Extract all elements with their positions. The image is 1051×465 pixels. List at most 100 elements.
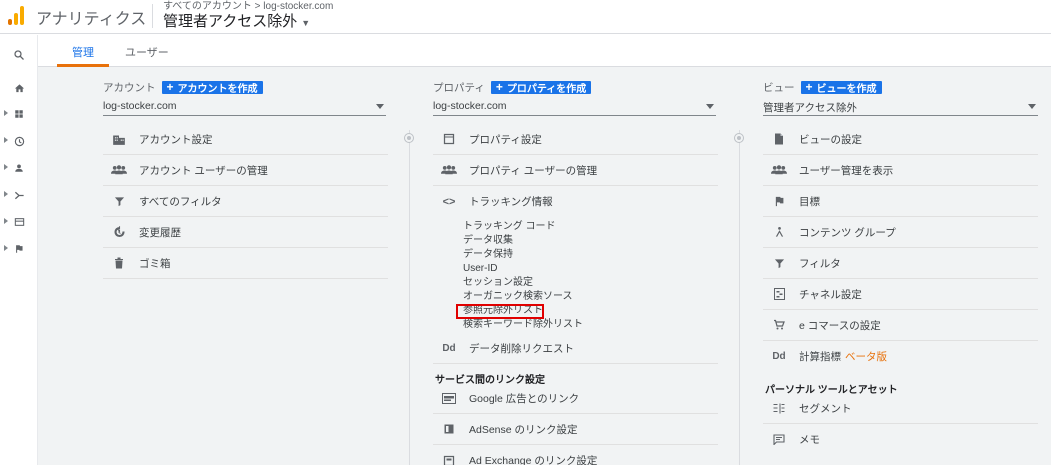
view-heading: ビュー <box>763 81 795 94</box>
clock-icon <box>14 136 24 146</box>
view-title: 管理者アクセス除外 <box>163 13 298 30</box>
account-settings-label: アカウント設定 <box>139 133 213 146</box>
channel-settings-label: チャネル設定 <box>799 288 862 301</box>
realtime-button[interactable] <box>0 129 38 153</box>
tab-admin[interactable]: 管理 <box>72 44 94 60</box>
left-nav-rail <box>0 35 38 465</box>
calculated-metrics-label: 計算指標 <box>799 351 841 363</box>
change-history-label: 変更履歴 <box>139 226 181 239</box>
property-header: プロパティ + プロパティを作成 <box>433 80 718 95</box>
acquisition-button[interactable] <box>0 183 38 207</box>
annotations-label: メモ <box>799 434 820 446</box>
tracking-info-item[interactable]: <> トラッキング情報 <box>433 186 718 217</box>
customization-button[interactable] <box>0 102 38 126</box>
search-button[interactable] <box>0 43 38 67</box>
ad-exchange-linking-item[interactable]: Ad Exchange のリンク設定 <box>433 445 718 465</box>
view-filters-item[interactable]: フィルタ <box>763 248 1038 279</box>
account-select-value: log-stocker.com <box>103 100 177 112</box>
property-heading: プロパティ <box>433 81 485 94</box>
view-select[interactable]: 管理者アクセス除外 <box>763 100 1038 116</box>
person-icon <box>15 164 23 172</box>
all-filters-item[interactable]: すべてのフィルタ <box>103 186 388 217</box>
dropdown-arrow-icon <box>706 104 714 109</box>
data-collection-link[interactable]: データ収集 <box>463 234 513 248</box>
dashboard-icon <box>15 110 23 118</box>
create-account-button[interactable]: + アカウントを作成 <box>161 80 263 95</box>
property-user-management-item[interactable]: プロパティ ユーザーの管理 <box>433 155 718 186</box>
data-retention-link[interactable]: データ保持 <box>463 248 513 262</box>
people-icon <box>109 163 129 177</box>
property-column: プロパティ + プロパティを作成 log-stocker.com プロパティ設定 … <box>433 80 718 465</box>
filter-icon <box>769 256 789 270</box>
flag-icon <box>769 194 789 208</box>
trash-label: ゴミ箱 <box>139 257 171 270</box>
content-grouping-item[interactable]: コンテンツ グループ <box>763 217 1038 248</box>
segments-item[interactable]: セグメント <box>763 393 1038 424</box>
data-deletion-request-item[interactable]: Dd データ削除リクエスト <box>433 333 718 364</box>
search-term-exclusion-list-link[interactable]: 検索キーワード除外リスト <box>463 318 583 332</box>
plus-icon: + <box>166 80 174 94</box>
segments-label: セグメント <box>799 402 852 415</box>
chevron-down-icon: ▼ <box>301 18 311 28</box>
view-user-management-item[interactable]: ユーザー管理を表示 <box>763 155 1038 186</box>
adsense-linking-item[interactable]: AdSense のリンク設定 <box>433 414 718 445</box>
property-select[interactable]: log-stocker.com <box>433 100 716 116</box>
view-settings-item[interactable]: ビューの設定 <box>763 124 1038 155</box>
organic-search-sources-link[interactable]: オーガニック検索ソース <box>463 290 573 304</box>
audience-button[interactable] <box>0 156 38 180</box>
session-settings-link[interactable]: セッション設定 <box>463 276 533 290</box>
referral-exclusion-highlight <box>456 304 544 319</box>
google-ads-linking-item[interactable]: Google 広告とのリンク <box>433 383 718 414</box>
cart-icon <box>769 318 789 332</box>
dd-icon: Dd <box>772 351 786 362</box>
home-button[interactable] <box>0 76 38 100</box>
behavior-button[interactable] <box>0 210 38 234</box>
channel-settings-item[interactable]: チャネル設定 <box>763 279 1038 310</box>
expand-arrow-icon <box>4 191 8 197</box>
property-settings-label: プロパティ設定 <box>469 133 542 146</box>
account-user-management-item[interactable]: アカウント ユーザーの管理 <box>103 155 388 186</box>
view-user-management-label: ユーザー管理を表示 <box>799 164 894 177</box>
ecommerce-settings-item[interactable]: e コマースの設定 <box>763 310 1038 341</box>
property-settings-item[interactable]: プロパティ設定 <box>433 124 718 155</box>
people-icon <box>439 163 459 177</box>
ad-exchange-linking-label: Ad Exchange のリンク設定 <box>469 455 598 465</box>
view-column: ビュー + ビューを作成 管理者アクセス除外 ビューの設定 ユーザー管理を表示 目… <box>763 80 1038 446</box>
create-account-label: アカウントを作成 <box>177 83 258 95</box>
flag-icon <box>16 245 23 253</box>
admin-tabs: 管理 ユーザー <box>38 35 1051 67</box>
annotations-item[interactable]: メモ <box>763 424 1038 455</box>
user-id-link[interactable]: User-ID <box>463 262 497 276</box>
change-history-item[interactable]: 変更履歴 <box>103 217 388 248</box>
view-selector[interactable]: 管理者アクセス除外 ▼ <box>163 10 310 31</box>
analytics-logo-icon[interactable] <box>8 5 26 25</box>
search-icon <box>14 50 24 60</box>
create-property-button[interactable]: + プロパティを作成 <box>490 80 592 95</box>
dropdown-arrow-icon <box>376 104 384 109</box>
column-divider <box>409 130 410 465</box>
code-icon: <> <box>442 195 456 208</box>
view-settings-label: ビューの設定 <box>799 133 862 146</box>
all-filters-label: すべてのフィルタ <box>139 195 222 208</box>
tracking-code-link[interactable]: トラッキング コード <box>463 220 555 234</box>
goals-label: 目標 <box>799 195 820 208</box>
column-connector-icon <box>404 133 414 143</box>
property-select-value: log-stocker.com <box>433 100 507 112</box>
account-settings-item[interactable]: アカウント設定 <box>103 124 388 155</box>
account-user-management-label: アカウント ユーザーの管理 <box>139 164 268 177</box>
history-icon <box>109 225 129 239</box>
goals-item[interactable]: 目標 <box>763 186 1038 217</box>
trash-item[interactable]: ゴミ箱 <box>103 248 388 279</box>
google-ads-icon <box>439 391 459 405</box>
calculated-metrics-item[interactable]: Dd 計算指標 ベータ版 <box>763 341 1038 372</box>
account-select[interactable]: log-stocker.com <box>103 100 386 116</box>
app-name: アナリティクス <box>36 11 147 28</box>
conversions-button[interactable] <box>0 237 38 261</box>
adexchange-icon <box>439 454 459 465</box>
create-view-button[interactable]: + ビューを作成 <box>800 80 882 95</box>
view-header: ビュー + ビューを作成 <box>763 80 1038 95</box>
tab-user[interactable]: ユーザー <box>125 44 169 60</box>
window-icon <box>439 132 459 146</box>
expand-arrow-icon <box>4 164 8 170</box>
property-user-management-label: プロパティ ユーザーの管理 <box>469 164 598 177</box>
